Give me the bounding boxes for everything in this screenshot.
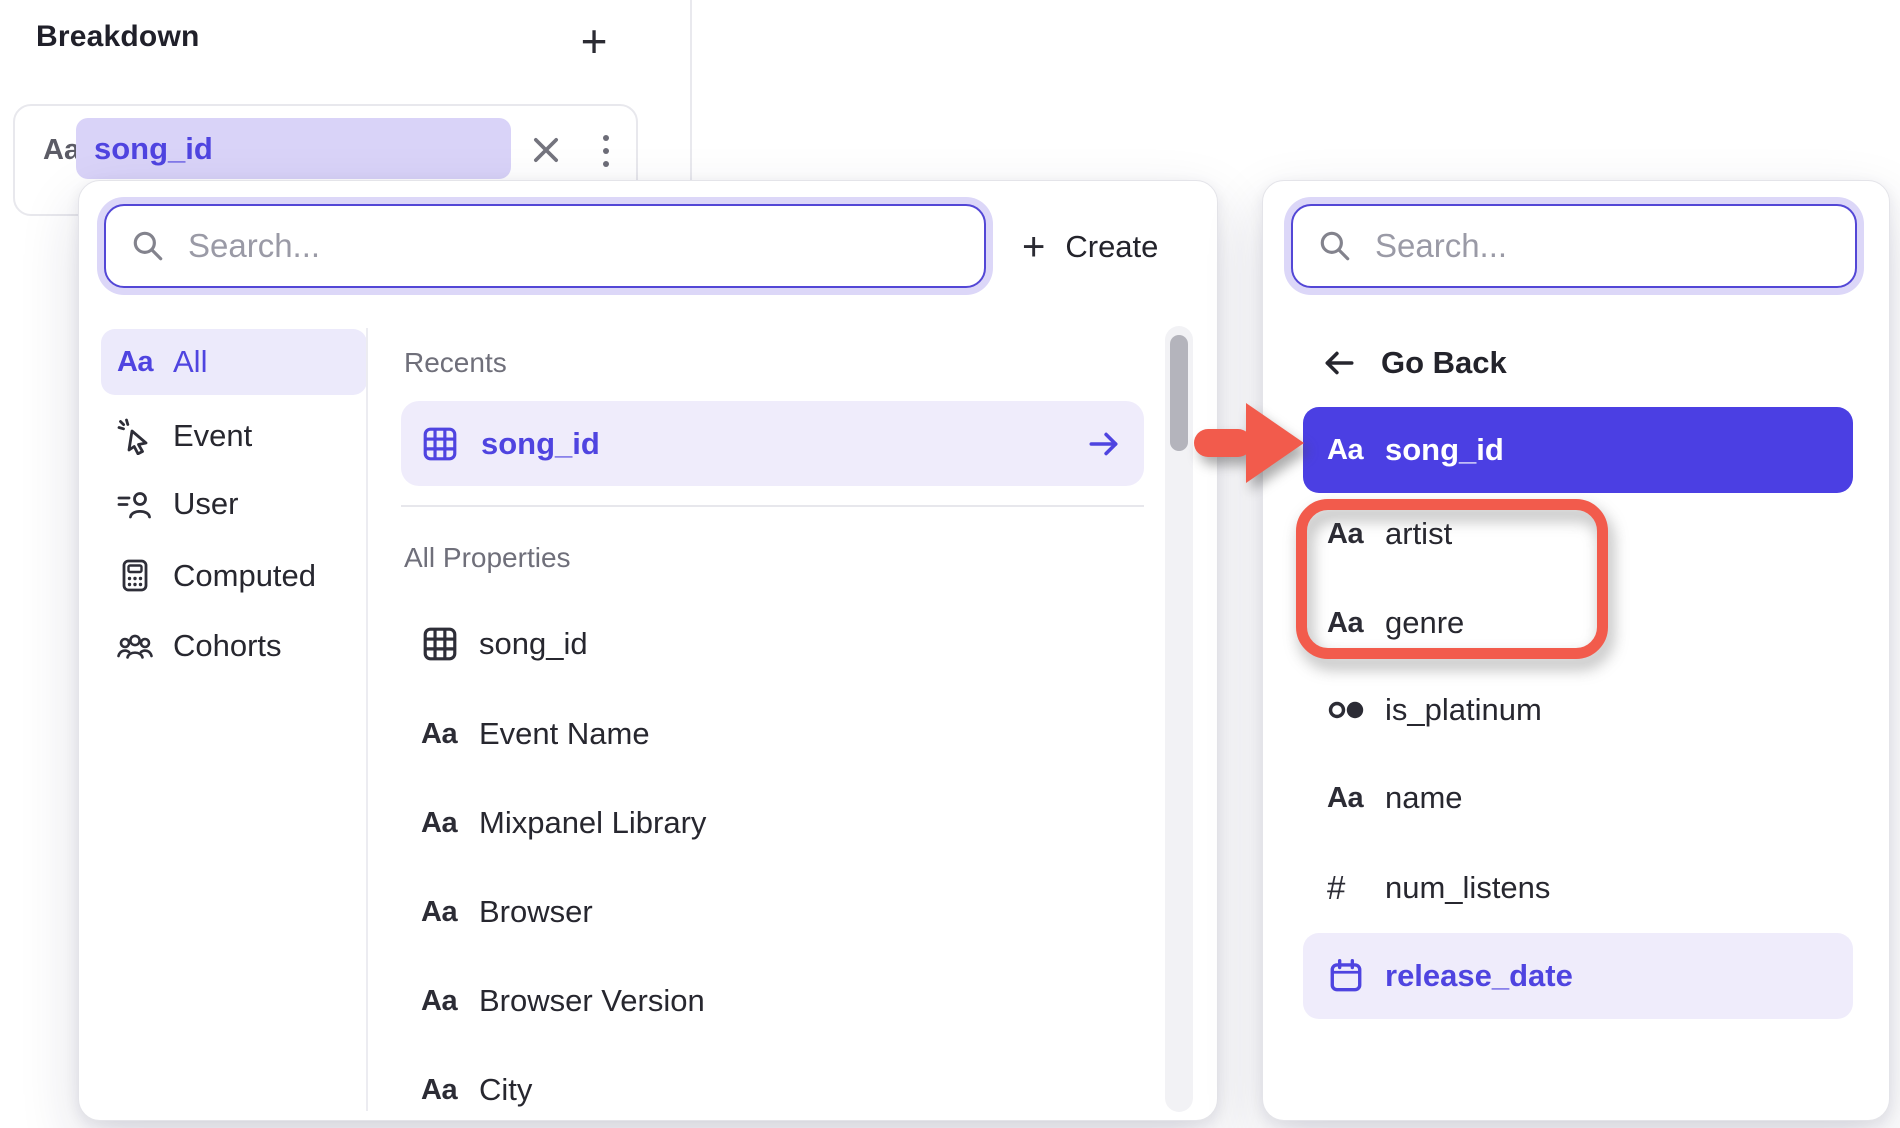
breakdown-chip-song-id[interactable]: song_id: [76, 118, 511, 179]
plus-icon: +: [581, 14, 608, 68]
property-item-song-id[interactable]: song_id: [421, 612, 1121, 676]
category-all[interactable]: Aa All: [101, 329, 367, 395]
category-computed[interactable]: Computed: [101, 543, 367, 609]
property-item-is-platinum[interactable]: is_platinum: [1327, 678, 1847, 742]
plus-icon: +: [1022, 227, 1045, 267]
create-property-button[interactable]: + Create: [1022, 227, 1158, 267]
boolean-icon: [1327, 692, 1371, 728]
calculator-icon: [115, 557, 155, 595]
list-divider: [366, 328, 368, 1111]
text-type-icon: Aa: [421, 718, 465, 751]
go-back-button[interactable]: Go Back: [1321, 345, 1507, 381]
property-item-event-name[interactable]: Aa Event Name: [421, 702, 1121, 766]
text-type-icon: Aa: [1327, 782, 1371, 815]
property-item-num-listens[interactable]: # num_listens: [1327, 856, 1847, 920]
scrollbar-thumb[interactable]: [1170, 335, 1188, 451]
arrow-left-icon: [1321, 345, 1357, 381]
section-divider: [401, 505, 1144, 507]
close-icon: [529, 133, 563, 167]
text-type-icon: Aa: [1327, 434, 1371, 467]
text-type-icon: Aa: [421, 1074, 465, 1107]
property-item-browser[interactable]: Aa Browser: [421, 880, 1121, 944]
text-type-icon: Aa: [43, 134, 80, 167]
recent-item-song-id[interactable]: song_id: [401, 401, 1144, 486]
text-type-icon: Aa: [115, 346, 155, 379]
search-icon: [1317, 228, 1353, 264]
breakdown-section-title: Breakdown: [36, 20, 200, 54]
arrow-right-icon[interactable]: [1086, 426, 1122, 462]
calendar-icon: [1327, 957, 1371, 995]
people-group-icon: [115, 627, 155, 665]
recents-header: Recents: [404, 347, 507, 379]
add-breakdown-button[interactable]: +: [566, 10, 622, 72]
remove-breakdown-button[interactable]: [529, 133, 563, 167]
text-type-icon: Aa: [421, 807, 465, 840]
number-icon: #: [1327, 869, 1371, 907]
user-list-icon: [115, 485, 155, 523]
breakdown-options-menu[interactable]: [591, 128, 621, 174]
property-item-city[interactable]: Aa City: [421, 1058, 1121, 1122]
category-user[interactable]: User: [101, 471, 367, 537]
all-properties-header: All Properties: [404, 542, 571, 574]
grid-table-icon: [421, 625, 465, 663]
category-event[interactable]: Event: [101, 403, 367, 469]
search-input[interactable]: [1373, 226, 1831, 266]
annotation-highlight-box: [1296, 499, 1608, 659]
annotation-arrow: [1194, 400, 1308, 486]
selected-property-song-id[interactable]: Aa song_id: [1303, 407, 1853, 493]
category-cohorts[interactable]: Cohorts: [101, 613, 367, 679]
property-picker-panel: + Create Aa All Event: [78, 180, 1218, 1121]
search-box: [104, 204, 986, 288]
property-item-name[interactable]: Aa name: [1327, 766, 1847, 830]
search-input[interactable]: [186, 226, 960, 266]
chip-label: song_id: [94, 131, 213, 167]
property-item-mixpanel-library[interactable]: Aa Mixpanel Library: [421, 791, 1121, 855]
property-item-release-date[interactable]: release_date: [1303, 933, 1853, 1019]
screen: Breakdown + Aa song_id + Create: [0, 0, 1900, 1128]
text-type-icon: Aa: [421, 985, 465, 1018]
event-cursor-icon: [115, 417, 155, 455]
search-icon: [130, 228, 166, 264]
property-item-browser-version[interactable]: Aa Browser Version: [421, 969, 1121, 1033]
search-box: [1291, 204, 1857, 288]
text-type-icon: Aa: [421, 896, 465, 929]
grid-table-icon: [421, 425, 465, 463]
